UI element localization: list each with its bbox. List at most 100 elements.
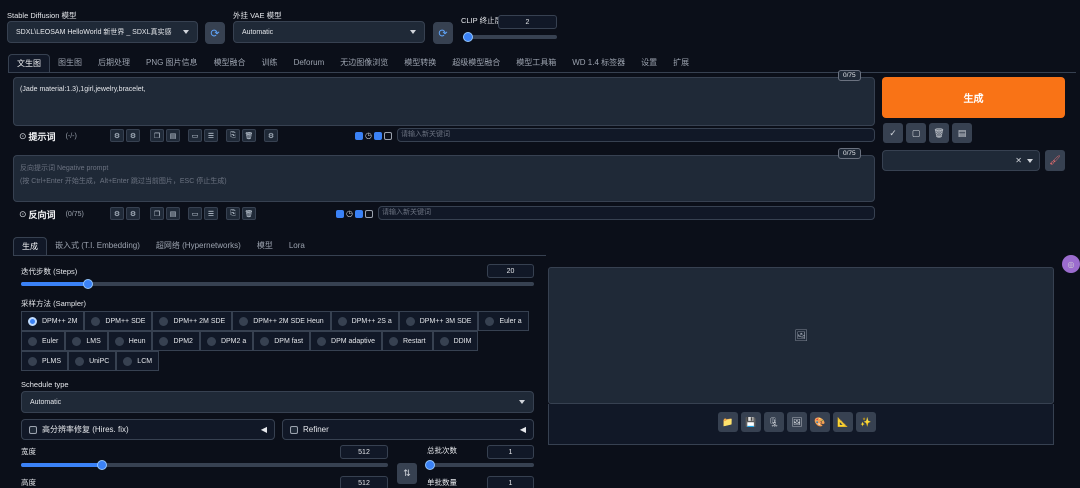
sub-tab-1[interactable]: 嵌入式 (T.I. Embedding) (47, 237, 148, 255)
sampler-option[interactable]: UniPC (68, 351, 117, 371)
hires-fix-accordion[interactable]: 高分辨率修复 (Hires. fix) ◀ (21, 419, 275, 440)
output-gallery[interactable]: 🖼 (548, 267, 1054, 404)
collapse-icon[interactable]: ⊙ (19, 131, 27, 142)
width-slider[interactable] (21, 460, 388, 470)
width-slider-knob[interactable] (96, 460, 107, 470)
tab-6[interactable]: Deforum (286, 54, 333, 72)
tab-1[interactable]: 图生图 (50, 54, 90, 72)
sampler-option[interactable]: Euler a (478, 311, 529, 331)
sampler-option[interactable]: DPM fast (253, 331, 311, 351)
checkbox-icon[interactable] (354, 209, 363, 218)
palette-icon[interactable]: 🎨 (810, 412, 830, 432)
paste-icon[interactable]: ⎘ (226, 207, 240, 220)
tab-13[interactable]: 扩展 (665, 54, 697, 72)
steps-slider[interactable] (21, 279, 534, 289)
batch-slider-knob[interactable] (425, 460, 435, 470)
tab-12[interactable]: 设置 (633, 54, 665, 72)
vae-select[interactable]: Automatic (233, 21, 425, 43)
sub-tab-0[interactable]: 生成 (13, 237, 47, 255)
clip-slider-knob[interactable] (463, 32, 473, 42)
settings-icon[interactable]: ⚙ (110, 207, 124, 220)
sampler-option[interactable]: PLMS (21, 351, 69, 371)
trash-icon[interactable]: 🗑 (242, 129, 256, 142)
tab-11[interactable]: WD 1.4 标签器 (564, 54, 633, 72)
sub-tab-2[interactable]: 超网络 (Hypernetworks) (148, 237, 249, 255)
sub-tab-3[interactable]: 模型 (249, 237, 281, 255)
negative-prompt-textarea[interactable]: 反向提示词 Negative prompt (按 Ctrl+Enter 开始生成… (13, 155, 875, 202)
width-input[interactable]: 512 (340, 445, 388, 459)
generate-button[interactable]: 生成 (882, 77, 1065, 118)
copy-icon[interactable]: ❐ (150, 207, 164, 220)
trash-icon[interactable]: 🗑 (242, 207, 256, 220)
tab-7[interactable]: 无边图像浏览 (332, 54, 396, 72)
tab-3[interactable]: PNG 图片信息 (138, 54, 206, 72)
check-icon[interactable]: ✓ (883, 123, 903, 143)
zip-icon[interactable]: 🗜 (764, 412, 784, 432)
bookmark-icon[interactable]: ▤ (166, 207, 180, 220)
sampler-option[interactable]: DPM++ 3M SDE (398, 311, 479, 331)
sampler-option[interactable]: DPM adaptive (310, 331, 382, 351)
tab-9[interactable]: 超级模型融合 (444, 54, 508, 72)
styles-select[interactable]: ✕ (882, 150, 1040, 171)
send-to-img2img-icon[interactable]: 🖼 (787, 412, 807, 432)
sampler-option[interactable]: DPM++ 2M SDE (152, 311, 233, 331)
clock-icon[interactable]: ◷ (346, 209, 353, 218)
paste-icon[interactable]: ⎘ (226, 129, 240, 142)
sampler-option[interactable]: Heun (107, 331, 153, 351)
sparkle-icon[interactable]: ✨ (856, 412, 876, 432)
gear-icon[interactable]: ⚙ (126, 207, 140, 220)
batch-count-slider[interactable] (425, 460, 534, 470)
tab-4[interactable]: 模型融合 (206, 54, 254, 72)
sampler-option[interactable]: Restart (382, 331, 433, 351)
gear-icon[interactable]: ⚙ (126, 129, 140, 142)
batch-count-input[interactable]: 1 (487, 445, 534, 459)
cog-icon[interactable]: ⚙ (264, 129, 278, 142)
hires-fix-checkbox[interactable] (29, 425, 37, 434)
sampler-option[interactable]: DPM++ 2S a (330, 311, 399, 331)
sampler-option[interactable]: DDIM (432, 331, 479, 351)
settings-icon[interactable]: ⚙ (110, 129, 124, 142)
sampler-option[interactable]: Euler (21, 331, 66, 351)
folder-icon[interactable]: 📁 (718, 412, 738, 432)
history-icon[interactable]: ▭ (188, 207, 202, 220)
ruler-icon[interactable]: 📐 (833, 412, 853, 432)
sampler-option[interactable]: DPM2 (152, 331, 200, 351)
height-input[interactable]: 512 (340, 476, 388, 488)
steps-input[interactable]: 20 (487, 264, 534, 278)
checkbox-icon[interactable] (364, 209, 373, 218)
checkbox-icon[interactable] (336, 209, 344, 218)
batch-size-input[interactable]: 1 (487, 476, 534, 488)
vae-refresh-button[interactable]: ⟳ (433, 22, 453, 44)
clip-slider[interactable] (463, 32, 557, 42)
model-select[interactable]: SDXL\LEOSAM HelloWorld 新世界 _ SDXL真实感 (7, 21, 198, 43)
list-icon[interactable]: ☰ (204, 129, 218, 142)
clip-input[interactable]: 2 (498, 15, 557, 29)
refiner-accordion[interactable]: Refiner ◀ (282, 419, 534, 440)
checkbox-icon[interactable] (383, 131, 392, 140)
sampler-option[interactable]: LMS (65, 331, 108, 351)
model-refresh-button[interactable]: ⟳ (205, 22, 225, 44)
checkbox-icon[interactable] (373, 131, 382, 140)
steps-slider-knob[interactable] (82, 279, 93, 289)
clock-icon[interactable]: ◷ (365, 131, 372, 140)
tab-5[interactable]: 训练 (254, 54, 286, 72)
trash-icon[interactable]: 🗑 (929, 123, 949, 143)
tab-2[interactable]: 后期处理 (90, 54, 138, 72)
bookmark-icon[interactable]: ▤ (166, 129, 180, 142)
sampler-option[interactable]: DPM++ 2M (21, 311, 85, 331)
sampler-option[interactable]: DPM++ SDE (84, 311, 153, 331)
history-icon[interactable]: ▭ (188, 129, 202, 142)
square-icon[interactable]: ▢ (906, 123, 926, 143)
prompt-textarea[interactable]: (Jade material:1.3),1girl,jewelry,bracel… (13, 77, 875, 126)
negative-keyword-input[interactable]: 请输入新关键词 (378, 206, 875, 220)
sampler-option[interactable]: DPM++ 2M SDE Heun (232, 311, 331, 331)
sampler-option[interactable]: LCM (116, 351, 160, 371)
schedule-select[interactable]: Automatic (21, 391, 534, 413)
collapse-icon[interactable]: ⊙ (19, 209, 27, 220)
tab-0[interactable]: 文生图 (8, 54, 50, 72)
edit-styles-button[interactable]: 🖌 (1045, 150, 1065, 171)
copy-icon[interactable]: ❐ (150, 129, 164, 142)
checkbox-icon[interactable] (355, 131, 363, 140)
swap-dimensions-button[interactable]: ⇅ (397, 463, 417, 484)
floating-assistant-icon[interactable]: ◎ (1062, 255, 1080, 273)
